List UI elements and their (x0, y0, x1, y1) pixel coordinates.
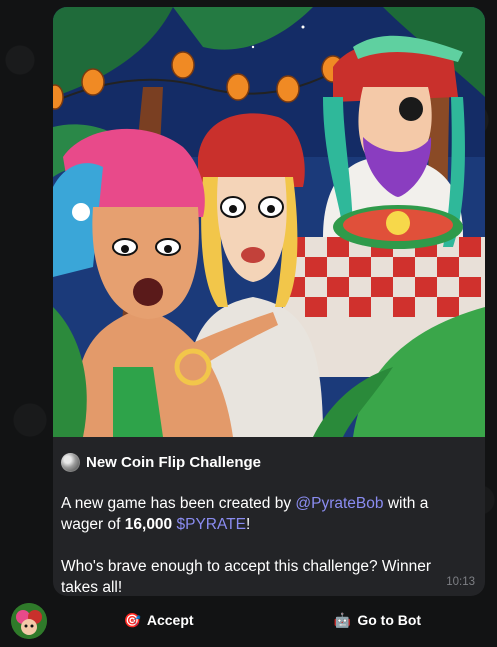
text-prefix: A new game has been created by (61, 495, 296, 512)
wager-amount: 16,000 (124, 516, 173, 533)
message-paragraph-1: A new game has been created by @PyrateBo… (61, 493, 471, 535)
accept-button-label: Accept (146, 612, 194, 628)
token-cashtag-link[interactable]: $PYRATE (177, 516, 247, 533)
user-mention-link[interactable]: @PyrateBob (295, 495, 383, 512)
robot-icon: 🤖 (333, 611, 352, 628)
message-timestamp: 10:13 (446, 576, 475, 588)
avatar-image (11, 603, 47, 639)
go-to-bot-button[interactable]: 🤖 Go to Bot (272, 603, 483, 637)
message-illustration (53, 7, 485, 437)
text-suffix: ! (246, 516, 251, 533)
bot-avatar[interactable] (11, 603, 47, 639)
go-to-bot-button-label: Go to Bot (357, 612, 422, 628)
message-bubble: New Coin Flip Challenge A new game has b… (53, 7, 485, 596)
target-icon: 🎯 (123, 611, 141, 628)
coin-icon (61, 453, 80, 472)
accept-button[interactable]: 🎯 Accept (53, 603, 264, 637)
message-paragraph-2: Who's brave enough to accept this challe… (61, 558, 432, 596)
message-title-row: New Coin Flip Challenge (61, 453, 261, 472)
message-caption: New Coin Flip Challenge A new game has b… (53, 437, 485, 596)
message-title: New Coin Flip Challenge (86, 454, 262, 471)
